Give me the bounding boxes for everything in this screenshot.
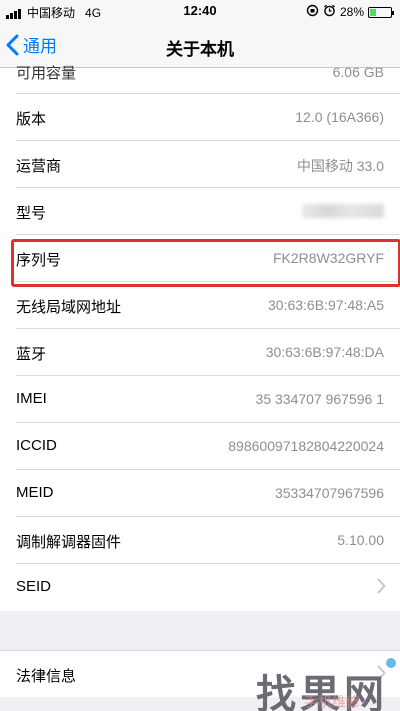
list-item-modem-firmware: 调制解调器固件 5.10.00 [0,517,400,564]
status-bar: 中国移动 4G 12:40 28% [0,0,400,24]
list-item-imei: IMEI 35 334707 967596 1 [0,376,400,423]
list-item-capacity: 可用容量 6.06 GB [0,64,400,94]
row-value: 5.10.00 [337,532,384,548]
row-value: 30:63:6B:97:48:A5 [268,297,384,313]
row-value: 30:63:6B:97:48:DA [265,344,384,360]
row-label: 版本 [16,111,47,128]
list-item-seid[interactable]: SEID [0,564,400,611]
battery-icon [368,6,394,18]
status-right: 28% [306,4,394,20]
row-label: 无线局域网地址 [16,299,122,316]
list-item-wifi-address: 无线局域网地址 30:63:6B:97:48:A5 [0,282,400,329]
site-watermark: 找果网 手机维修 [256,658,396,711]
orientation-lock-icon [306,4,319,20]
section-gap [0,613,400,650]
row-label: 序列号 [16,252,62,269]
alarm-icon [323,4,336,20]
row-label: 型号 [16,205,47,222]
row-label: SEID [16,578,52,595]
row-value: 35334707967596 [274,485,384,501]
row-value: 中国移动 33.0 [296,158,384,174]
row-value: FK2R8W32GRYF [273,250,384,266]
row-label: MEID [16,484,54,501]
battery-percent: 28% [339,5,364,19]
page-title: 关于本机 [166,40,234,59]
blurred-model-value [302,204,384,218]
chevron-right-icon [377,578,386,594]
list-item-carrier: 运营商 中国移动 33.0 [0,141,400,188]
row-value: 6.06 GB [332,64,384,80]
list-item-version: 版本 12.0 (16A366) [0,94,400,141]
about-list: 可用容量 6.06 GB 版本 12.0 (16A366) 运营商 中国移动 3… [0,64,400,611]
row-value: 35 334707 967596 1 [255,391,384,407]
battery-fill [370,8,376,16]
list-item-model: 型号 [0,188,400,235]
row-value: 89860097182804220024 [228,438,384,454]
row-label: 可用容量 [16,65,77,82]
row-label: 调制解调器固件 [16,534,122,551]
list-item-meid: MEID 35334707967596 [0,470,400,517]
row-label: 运营商 [16,158,62,175]
watermark-subtext: 手机维修 [304,694,360,710]
row-label: 法律信息 [16,668,77,685]
row-label: ICCID [16,437,57,454]
list-item-iccid: ICCID 89860097182804220024 [0,423,400,470]
row-value: 12.0 (16A366) [295,109,384,125]
list-item-bluetooth: 蓝牙 30:63:6B:97:48:DA [0,329,400,376]
watermark-badge-icon [386,658,396,668]
row-label: 蓝牙 [16,346,47,363]
list-item-serial-number: 序列号 FK2R8W32GRYF [0,235,400,282]
row-label: IMEI [16,390,47,407]
